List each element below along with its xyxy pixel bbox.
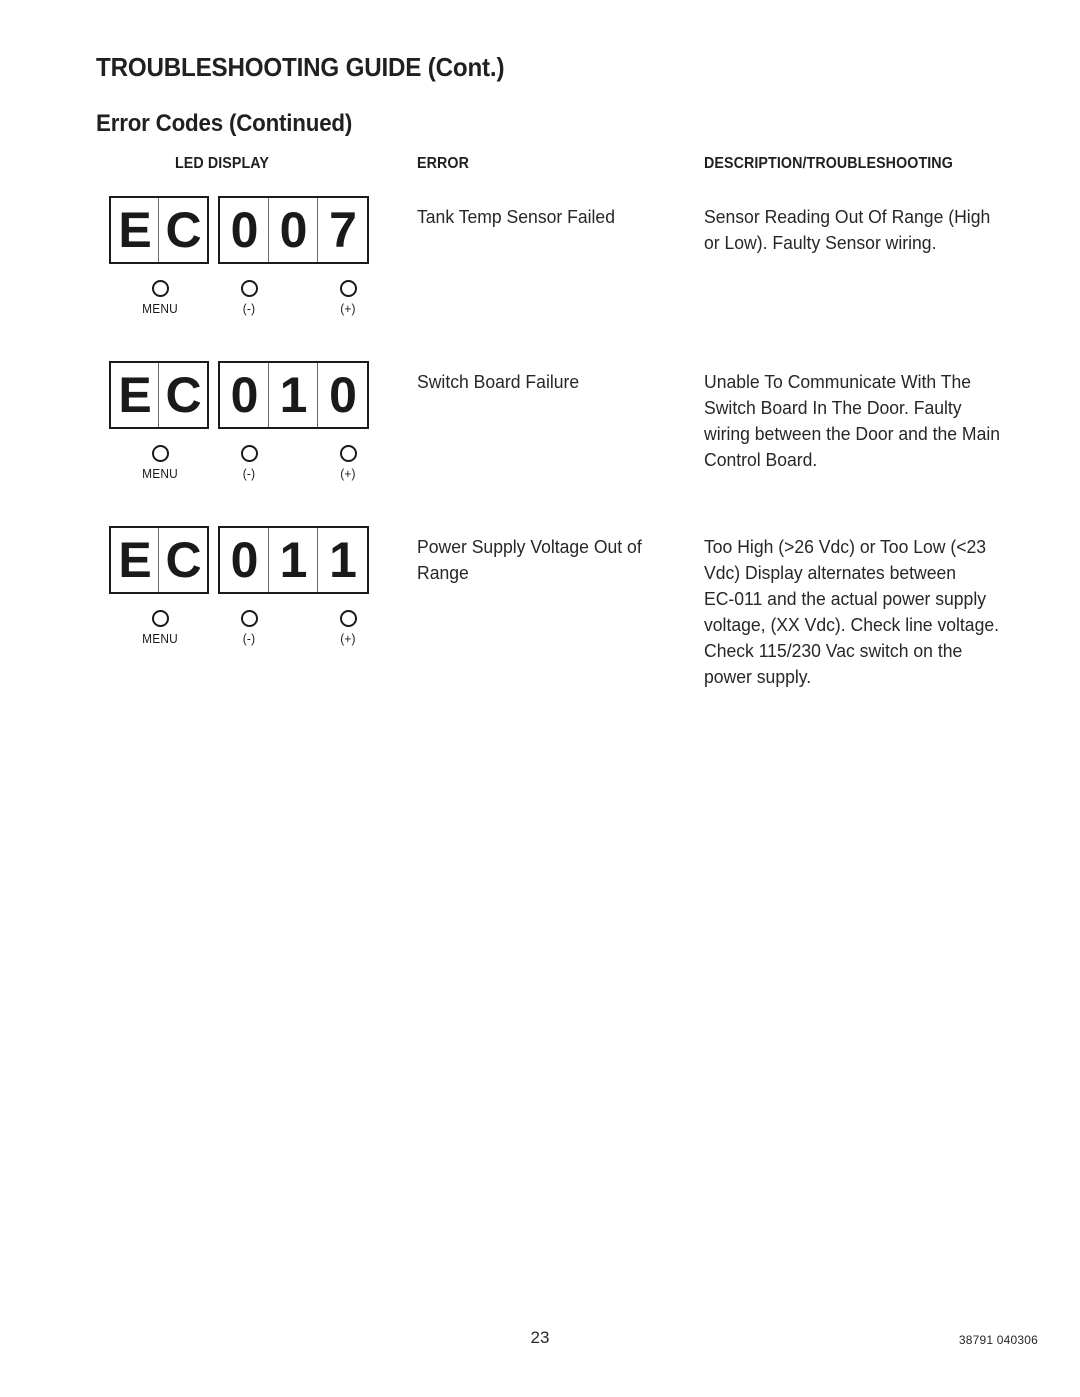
circle-button-icon — [240, 280, 258, 297]
description-line: Switch Board In The Door. Faulty — [704, 397, 962, 418]
led-digits-box: 0 1 1 — [218, 526, 369, 594]
decrement-button[interactable]: (-) — [219, 610, 279, 646]
led-segment-boxes: E C 0 0 7 — [109, 196, 369, 264]
circle-button-icon — [339, 610, 357, 627]
circle-button-icon — [151, 280, 169, 297]
led-cell: 1 — [269, 528, 318, 592]
page-title: TROUBLESHOOTING GUIDE (Cont.) — [96, 52, 505, 82]
increment-button-label: (+) — [340, 302, 356, 316]
led-cell: 0 — [220, 363, 269, 427]
column-header-error: ERROR — [417, 155, 469, 172]
led-cell: E — [111, 528, 159, 592]
increment-button[interactable]: (+) — [318, 610, 378, 646]
led-cell: 0 — [220, 198, 269, 262]
led-cell: 0 — [220, 528, 269, 592]
circle-button-icon — [240, 445, 258, 462]
led-digits-box: 0 0 7 — [218, 196, 369, 264]
error-description: Switch Board Failure — [417, 369, 666, 395]
decrement-button[interactable]: (-) — [219, 280, 279, 316]
circle-button-icon — [151, 610, 169, 627]
decrement-button-label: (-) — [242, 632, 256, 646]
troubleshooting-description: Unable To Communicate With The Switch Bo… — [704, 369, 1018, 473]
decrement-button-label: (-) — [242, 467, 256, 481]
description-line: Control Board. — [704, 449, 818, 470]
menu-button-label: MENU — [142, 467, 178, 481]
led-cell: 0 — [269, 198, 318, 262]
circle-button-icon — [339, 445, 357, 462]
circle-button-icon — [151, 445, 169, 462]
error-description: Tank Temp Sensor Failed — [417, 204, 666, 230]
control-button-row: MENU (-) (+) — [109, 610, 379, 662]
led-prefix-box: E C — [109, 196, 209, 264]
description-line: Check 115/230 Vac switch on the — [704, 640, 963, 661]
description-line: Vdc) Display alternates between — [704, 562, 957, 583]
led-cell: E — [111, 198, 159, 262]
description-line: Too High (>26 Vdc) or Too Low (<23 — [704, 536, 987, 557]
led-cell: C — [165, 202, 201, 258]
led-segment-boxes: E C 0 1 0 — [109, 361, 369, 429]
column-header-description: DESCRIPTION/TROUBLESHOOTING — [704, 155, 953, 172]
menu-button-label: MENU — [142, 302, 178, 316]
led-prefix-box: E C — [109, 361, 209, 429]
circle-button-icon — [240, 610, 258, 627]
description-line: or Low). Faulty Sensor wiring. — [704, 232, 937, 253]
page-number: 23 — [530, 1328, 550, 1347]
decrement-button[interactable]: (-) — [219, 445, 279, 481]
led-display-graphic: E C 0 0 7 — [109, 196, 369, 264]
description-line: Unable To Communicate With The — [704, 371, 972, 392]
document-id: 38791 040306 — [958, 1333, 1038, 1347]
increment-button-label: (+) — [340, 467, 356, 481]
led-cell: 1 — [269, 363, 318, 427]
description-line: voltage, (XX Vdc). Check line voltage. — [704, 614, 1000, 635]
control-button-row: MENU (-) (+) — [109, 445, 379, 497]
error-text: Tank Temp Sensor Failed — [417, 206, 615, 227]
increment-button[interactable]: (+) — [318, 280, 378, 316]
control-button-row: MENU (-) (+) — [109, 280, 379, 332]
description-line: Sensor Reading Out Of Range (High — [704, 206, 991, 227]
description-line: wiring between the Door and the Main — [704, 423, 1001, 444]
troubleshooting-description: Sensor Reading Out Of Range (High or Low… — [704, 204, 1018, 256]
led-cell: C — [165, 367, 201, 423]
led-cell: C — [165, 532, 201, 588]
decrement-button-label: (-) — [242, 302, 256, 316]
description-line: EC-011 and the actual power supply — [704, 588, 987, 609]
column-header-led-display: LED DISPLAY — [175, 155, 269, 172]
increment-button[interactable]: (+) — [318, 445, 378, 481]
manual-page: TROUBLESHOOTING GUIDE (Cont.) Error Code… — [0, 0, 1080, 1397]
error-text: Switch Board Failure — [417, 371, 580, 392]
menu-button[interactable]: MENU — [130, 610, 190, 646]
section-subtitle: Error Codes (Continued) — [96, 110, 353, 137]
led-cell: E — [111, 363, 159, 427]
error-description: Power Supply Voltage Out of Range — [417, 534, 666, 586]
circle-button-icon — [339, 280, 357, 297]
increment-button-label: (+) — [340, 632, 356, 646]
led-cell: 1 — [329, 532, 357, 588]
led-display-graphic: E C 0 1 0 — [109, 361, 369, 429]
description-line: power supply. — [704, 666, 812, 687]
troubleshooting-description: Too High (>26 Vdc) or Too Low (<23 Vdc) … — [704, 534, 1018, 690]
led-segment-boxes: E C 0 1 1 — [109, 526, 369, 594]
led-digits-box: 0 1 0 — [218, 361, 369, 429]
led-cell: 7 — [329, 202, 357, 258]
led-display-graphic: E C 0 1 1 — [109, 526, 369, 594]
menu-button[interactable]: MENU — [130, 445, 190, 481]
led-prefix-box: E C — [109, 526, 209, 594]
menu-button[interactable]: MENU — [130, 280, 190, 316]
error-text: Power Supply Voltage Out of Range — [417, 536, 642, 583]
menu-button-label: MENU — [142, 632, 178, 646]
led-cell: 0 — [329, 367, 357, 423]
